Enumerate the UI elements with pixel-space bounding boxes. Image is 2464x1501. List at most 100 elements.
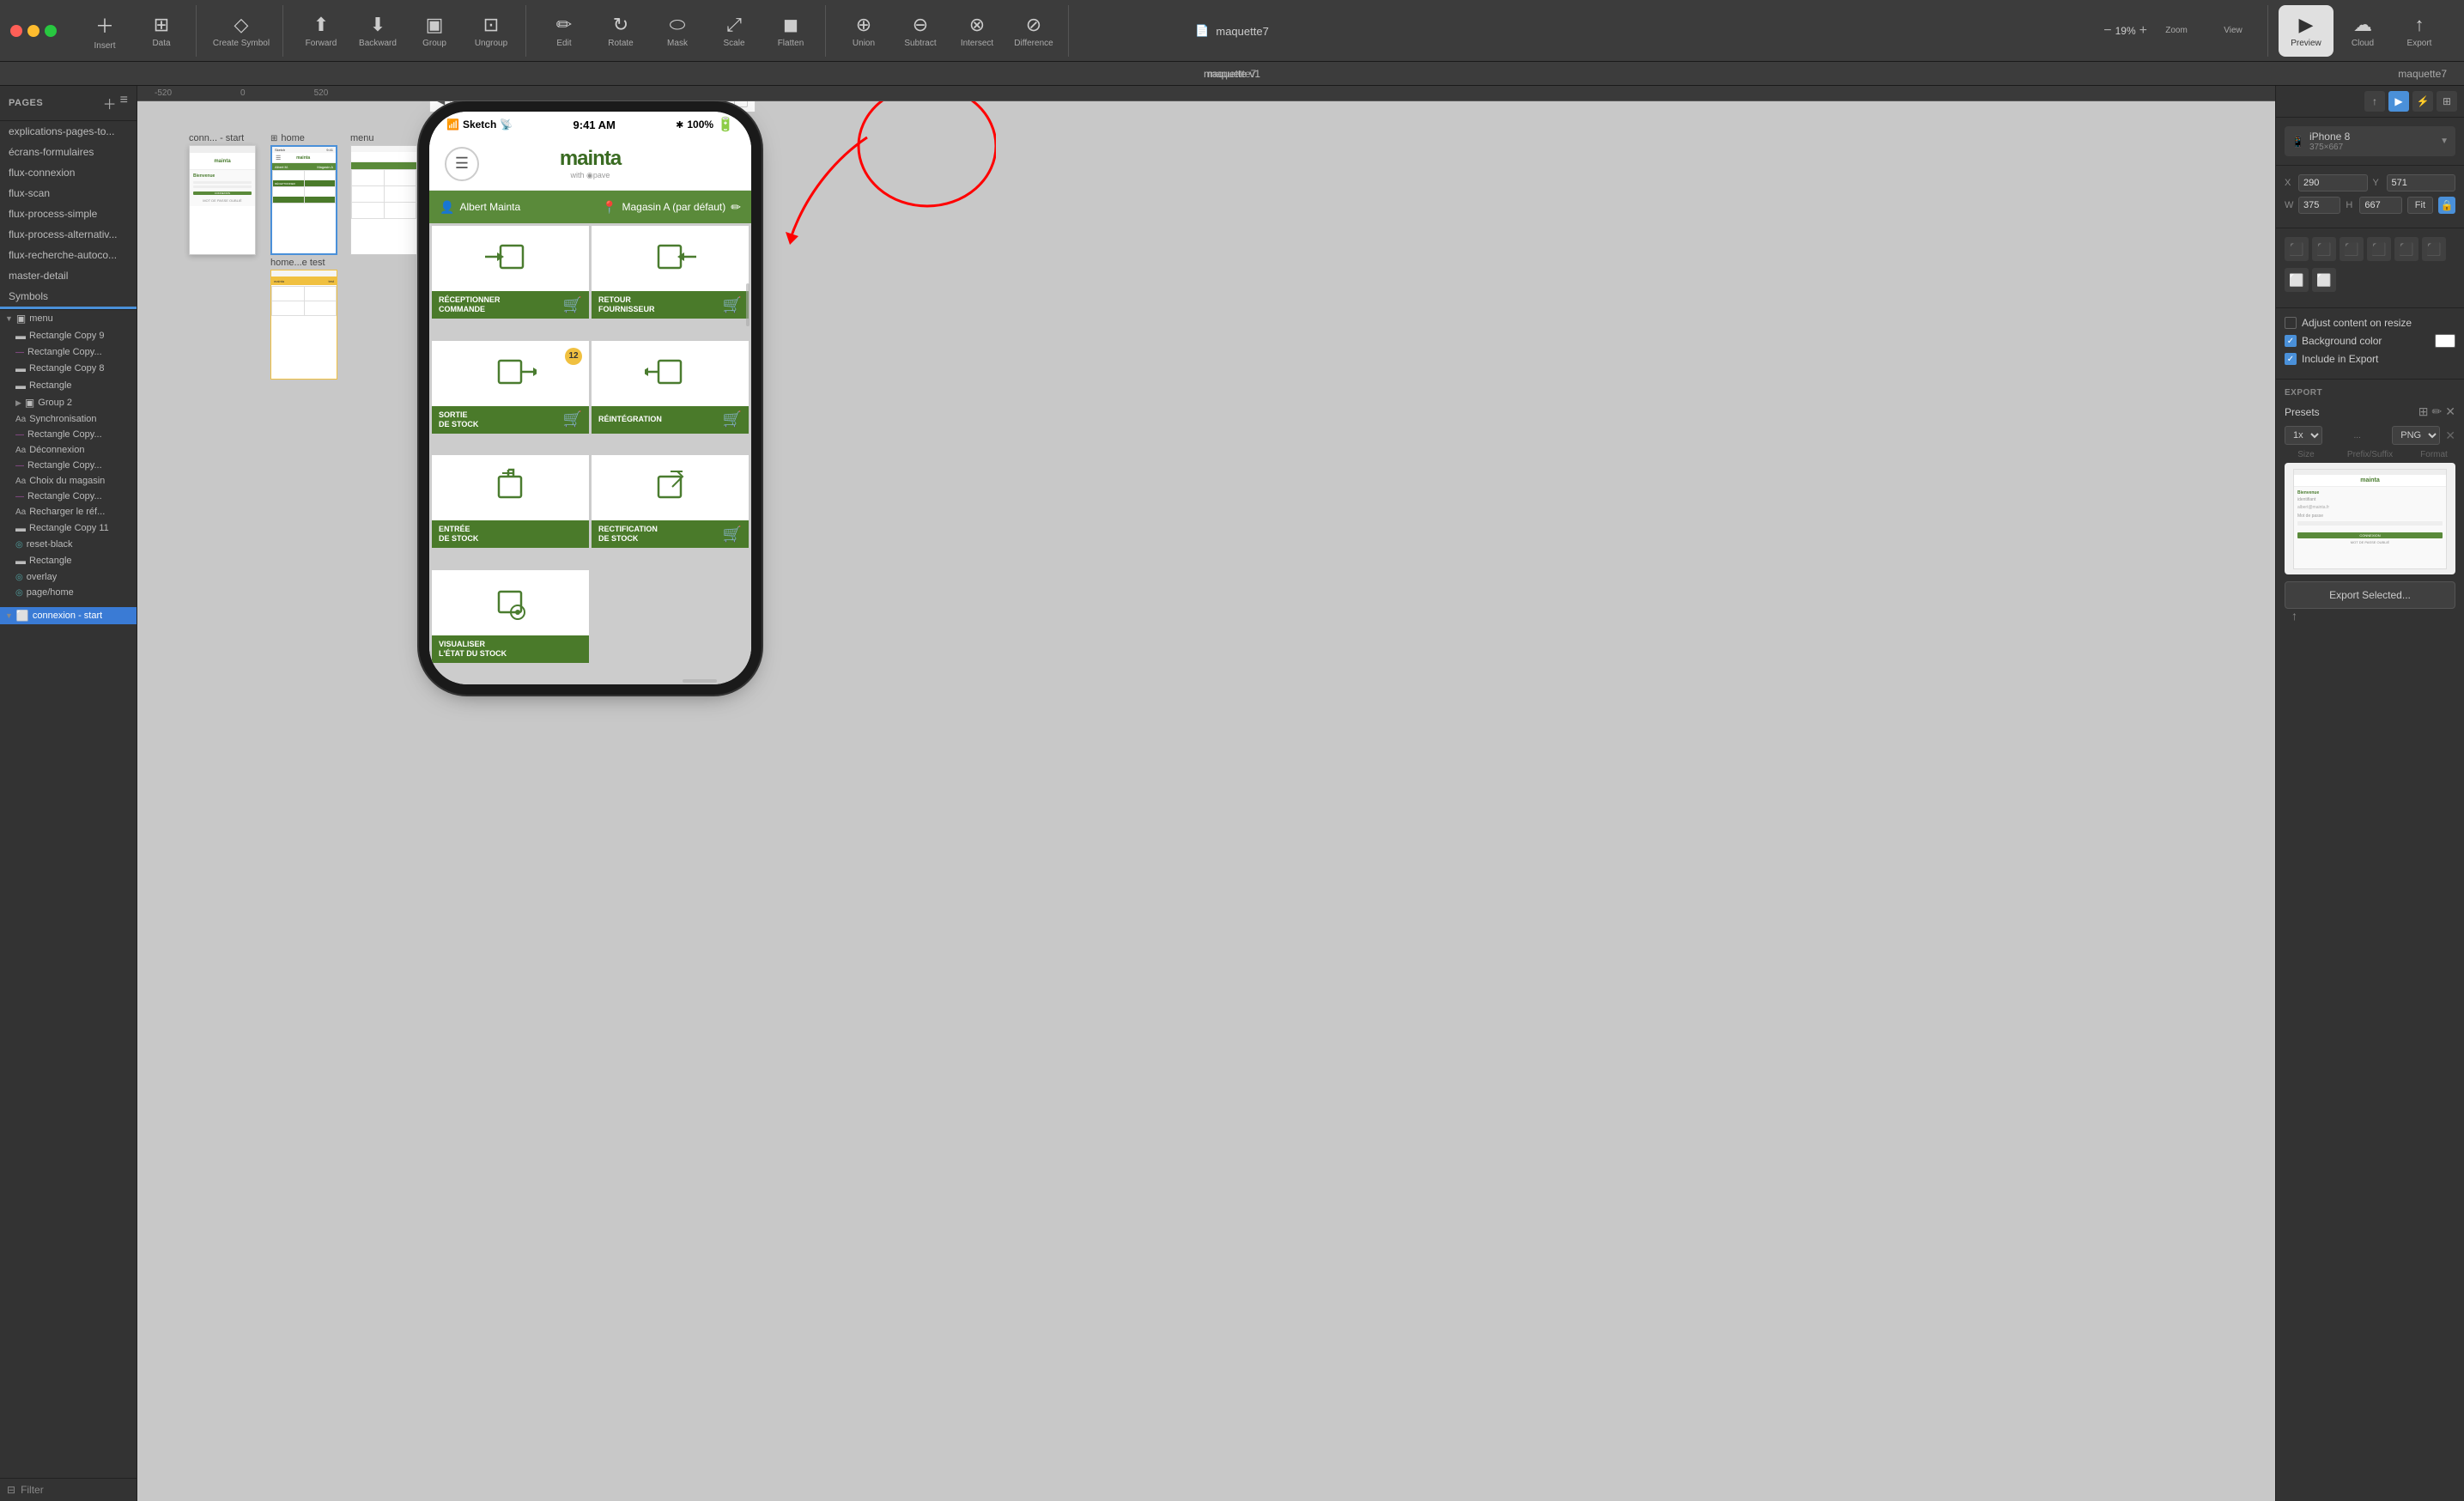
- subtract-button[interactable]: ⊖ Subtract: [893, 5, 948, 57]
- page-item-flux-connexion[interactable]: flux-connexion: [0, 162, 137, 183]
- group-button[interactable]: ▣ Group: [407, 5, 462, 57]
- backward-button[interactable]: ⬇ Backward: [350, 5, 405, 57]
- create-symbol-button[interactable]: ◇ Create Symbol: [207, 5, 276, 57]
- layer-reset-black[interactable]: ◎ reset-black: [10, 537, 137, 552]
- flatten-button[interactable]: ◼ Flatten: [763, 5, 818, 57]
- maximize-btn[interactable]: [45, 25, 57, 37]
- presets-edit-icon[interactable]: ✏: [2432, 404, 2443, 419]
- cloud-button[interactable]: ☁ Cloud: [2335, 5, 2390, 57]
- include-export-checkbox[interactable]: ✓: [2285, 353, 2297, 365]
- artboard-thumb-conn-start[interactable]: mainta Bienvenue CONNEXION MOT DE PASSE …: [189, 145, 256, 255]
- edit-button[interactable]: ✏ Edit: [537, 5, 592, 57]
- export-format-select[interactable]: PNG: [2392, 426, 2440, 445]
- background-color-checkbox[interactable]: ✓: [2285, 335, 2297, 347]
- artboard-thumb-home[interactable]: Sketch 9:41 ☰ mainta Albert M. Magasin A: [270, 145, 337, 255]
- export-toolbar-button[interactable]: ↑ Export: [2392, 5, 2447, 57]
- minimize-btn[interactable]: [27, 25, 39, 37]
- export-size-select[interactable]: 1x: [2285, 426, 2322, 445]
- layer-rect-copy-c[interactable]: — Rectangle Copy...: [10, 458, 137, 473]
- h-input[interactable]: [2359, 197, 2401, 214]
- w-input[interactable]: [2298, 197, 2340, 214]
- tile-entree-stock[interactable]: ENTRÉEDE STOCK: [432, 455, 589, 548]
- align-bottom-button[interactable]: ⬛: [2422, 237, 2446, 261]
- close-btn[interactable]: [10, 25, 22, 37]
- difference-button[interactable]: ⊘ Difference: [1006, 5, 1061, 57]
- align-center-v-button[interactable]: ⬛: [2394, 237, 2418, 261]
- page-item-flux-recherche[interactable]: flux-recherche-autoco...: [0, 245, 137, 265]
- page-item-flux-process-alt[interactable]: flux-process-alternativ...: [0, 224, 137, 245]
- layer-menu-group[interactable]: ▼ ▣ menu: [0, 310, 137, 327]
- zoom-button[interactable]: Zoom: [2149, 5, 2204, 57]
- layer-rect-copy9[interactable]: ▬ Rectangle Copy 9: [10, 327, 137, 344]
- add-page-button[interactable]: ＋: [103, 93, 117, 113]
- page-item-explications[interactable]: explications-pages-to...: [0, 121, 137, 142]
- toggle-view-icon[interactable]: ▶: [2388, 91, 2409, 112]
- artboard-thumb-home-test[interactable]: mainta test: [270, 270, 337, 380]
- insert-button[interactable]: ＋ Insert: [77, 5, 132, 57]
- presets-options-icon[interactable]: ⊞: [2418, 404, 2429, 419]
- x-input[interactable]: [2298, 174, 2368, 191]
- artboard-thumb-menu[interactable]: [350, 145, 417, 255]
- union-button[interactable]: ⊕ Union: [836, 5, 891, 57]
- pages-settings-icon[interactable]: ≡: [120, 93, 128, 113]
- export-selected-button[interactable]: Export Selected...: [2285, 581, 2455, 609]
- layer-group2[interactable]: ▶ ▣ Group 2: [10, 394, 137, 411]
- distribute-v-button[interactable]: ⬜: [2312, 268, 2336, 292]
- settings-icon[interactable]: ⚡: [2412, 91, 2433, 112]
- layer-recharger[interactable]: Aa Recharger le réf...: [10, 504, 137, 520]
- layer-choix-magasin[interactable]: Aa Choix du magasin: [10, 473, 137, 489]
- layer-rect-copy-b[interactable]: — Rectangle Copy...: [10, 427, 137, 442]
- page-item-ecrans[interactable]: écrans-formulaires: [0, 142, 137, 162]
- tile-retour-fournisseur[interactable]: RETOURFOURNISSEUR 🛒: [592, 226, 749, 319]
- layer-rect-copy8[interactable]: ▬ Rectangle Copy 8: [10, 360, 137, 377]
- page-item-flux-scan[interactable]: flux-scan: [0, 183, 137, 204]
- zoom-out-icon[interactable]: −: [2103, 23, 2111, 39]
- layer-rect[interactable]: ▬ Rectangle: [10, 377, 137, 394]
- layer-rect-copy-d[interactable]: — Rectangle Copy...: [10, 489, 137, 504]
- presets-close-icon[interactable]: ✕: [2445, 404, 2455, 419]
- page-item-flux-process[interactable]: flux-process-simple: [0, 204, 137, 224]
- align-top-button[interactable]: ⬛: [2367, 237, 2391, 261]
- y-input[interactable]: [2387, 174, 2456, 191]
- upload-icon[interactable]: ↑: [2364, 91, 2385, 112]
- align-right-button[interactable]: ⬛: [2340, 237, 2364, 261]
- layer-connexion-start[interactable]: ▼ ⬜ connexion - start: [0, 607, 137, 624]
- zoom-in-icon[interactable]: +: [2139, 23, 2147, 39]
- page-item-master-detail[interactable]: master-detail: [0, 265, 137, 286]
- canvas-area[interactable]: -520 0 520 conn... - start mainta Bienve…: [137, 86, 2275, 1501]
- intersect-button[interactable]: ⊗ Intersect: [950, 5, 1004, 57]
- edit-store-icon[interactable]: ✏: [731, 200, 741, 215]
- filter-input[interactable]: [49, 1484, 137, 1496]
- tile-sortie-stock[interactable]: 12 SORTIEDE STOCK 🛒: [432, 341, 589, 434]
- forward-button[interactable]: ⬆ Forward: [294, 5, 349, 57]
- mask-button[interactable]: ⬭ Mask: [650, 5, 705, 57]
- device-selector[interactable]: 📱 iPhone 8 375×667 ▼: [2285, 126, 2455, 156]
- preview-button[interactable]: ▶ Preview: [2279, 5, 2334, 57]
- page-item-symbols[interactable]: Symbols: [0, 286, 137, 307]
- distribute-h-button[interactable]: ⬜: [2285, 268, 2309, 292]
- background-color-swatch[interactable]: [2435, 334, 2455, 348]
- layer-overlay[interactable]: ◎ overlay: [10, 569, 137, 585]
- tile-receptionner[interactable]: RÉCEPTIONNERCOMMANDE 🛒: [432, 226, 589, 319]
- tile-reintegration[interactable]: RÉINTÉGRATION 🛒: [592, 341, 749, 434]
- ungroup-button[interactable]: ⊡ Ungroup: [464, 5, 519, 57]
- layer-rect-copy11[interactable]: ▬ Rectangle Copy 11: [10, 520, 137, 537]
- tile-visualiser[interactable]: VISUALISERL'ÉTAT DU STOCK: [432, 570, 589, 663]
- export-btn-arrow-icon[interactable]: ↑: [2291, 609, 2297, 623]
- tile-rectification[interactable]: RECTIFICATIONDE STOCK 🛒: [592, 455, 749, 548]
- data-button[interactable]: ⊞ Data: [134, 5, 189, 57]
- layer-rect-copy-a[interactable]: — Rectangle Copy...: [10, 344, 137, 360]
- export-row-delete-icon[interactable]: ✕: [2445, 428, 2455, 443]
- align-center-h-button[interactable]: ⬛: [2312, 237, 2336, 261]
- view-button[interactable]: View: [2206, 5, 2261, 57]
- layer-page-home[interactable]: ◎ page/home: [10, 585, 137, 600]
- lock-proportions-toggle[interactable]: 🔒: [2438, 197, 2455, 214]
- fit-button[interactable]: Fit: [2407, 197, 2433, 214]
- layer-rect-e[interactable]: ▬ Rectangle: [10, 552, 137, 569]
- layer-synchronisation[interactable]: Aa Synchronisation: [10, 411, 137, 427]
- hamburger-button[interactable]: ☰: [445, 147, 479, 181]
- adjust-content-checkbox[interactable]: [2285, 317, 2297, 329]
- scale-button[interactable]: ⤢ Scale: [707, 5, 762, 57]
- rotate-button[interactable]: ↻ Rotate: [593, 5, 648, 57]
- align-left-button[interactable]: ⬛: [2285, 237, 2309, 261]
